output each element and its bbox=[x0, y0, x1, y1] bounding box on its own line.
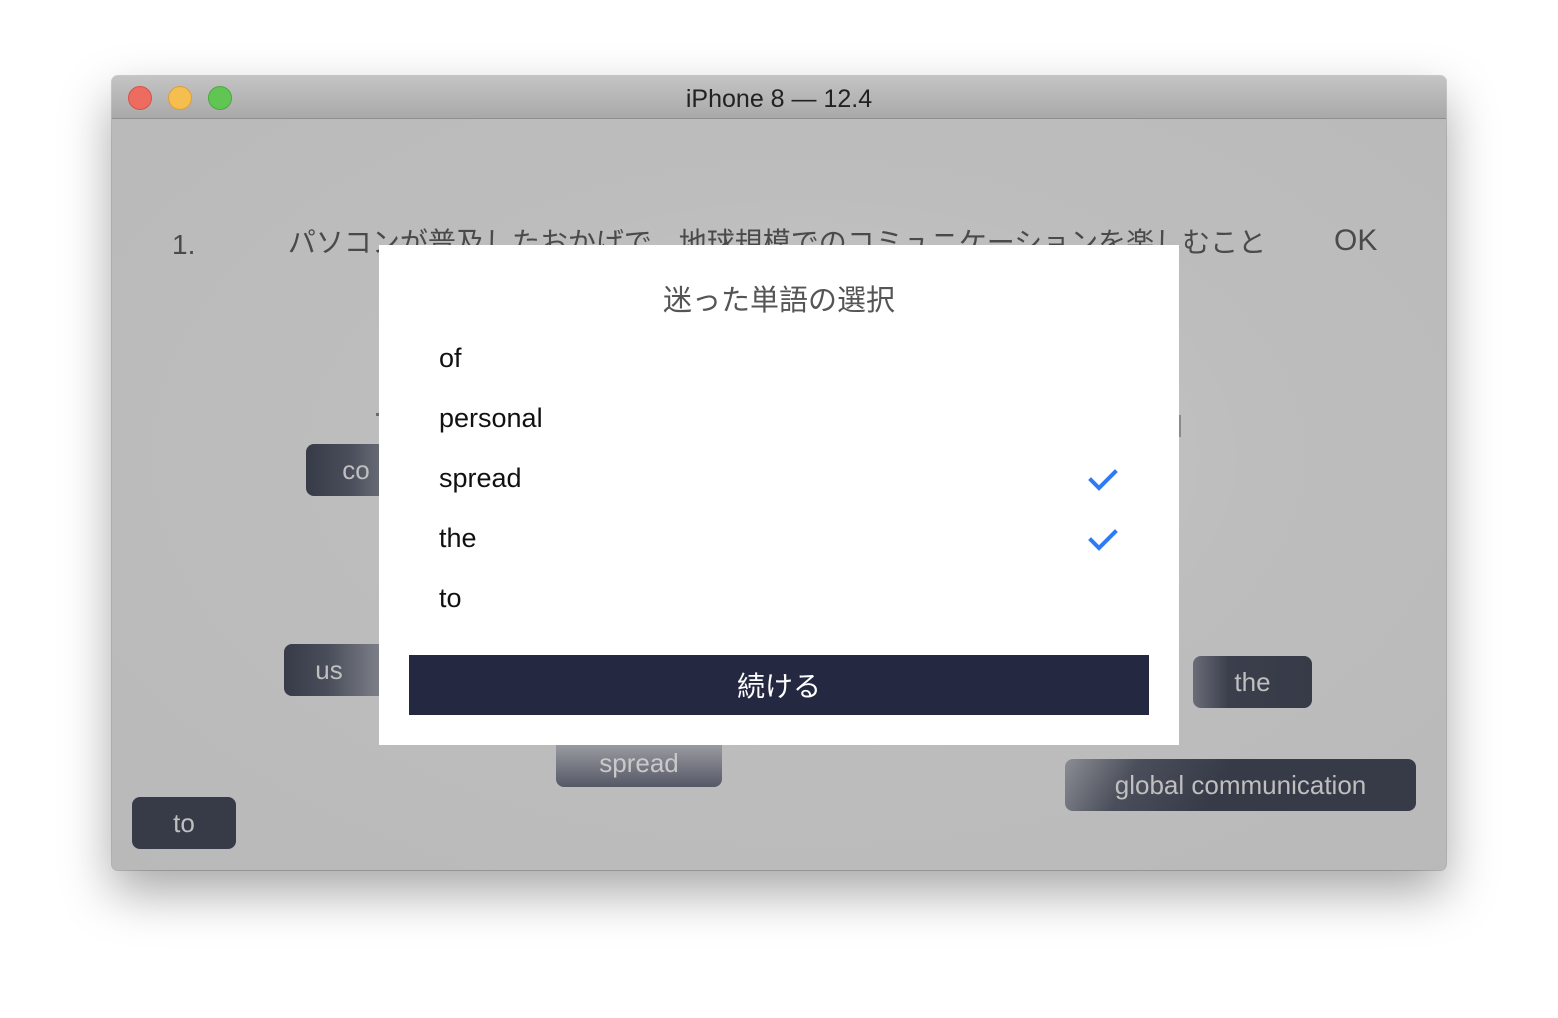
ok-button[interactable]: OK bbox=[1334, 224, 1377, 258]
word-chip-label: global communication bbox=[1114, 769, 1367, 800]
word-chip-label: the bbox=[1234, 666, 1271, 697]
word-option-label: of bbox=[439, 343, 462, 373]
word-option-label: personal bbox=[439, 403, 543, 433]
word-option-row[interactable]: of bbox=[379, 331, 1179, 391]
word-chip[interactable]: us bbox=[284, 644, 394, 696]
title-bar[interactable]: iPhone 8 — 12.4 bbox=[112, 76, 1446, 119]
question-number: 1. bbox=[172, 229, 196, 260]
word-chip[interactable]: the bbox=[1193, 656, 1312, 708]
word-chip-label: to bbox=[173, 807, 195, 838]
word-option-row[interactable]: the bbox=[379, 511, 1179, 571]
word-option-label: the bbox=[439, 523, 477, 553]
uncertain-words-dialog: 迷った単語の選択 of personal spread the to 続ける bbox=[379, 245, 1179, 745]
word-chip[interactable]: to bbox=[132, 797, 236, 849]
checkmark-icon bbox=[1088, 529, 1118, 551]
dialog-title: 迷った単語の選択 bbox=[662, 285, 895, 317]
word-chip-label: co bbox=[342, 454, 370, 485]
word-option-label: to bbox=[439, 583, 462, 613]
word-option-label: spread bbox=[439, 463, 522, 493]
word-option-row[interactable]: spread bbox=[379, 451, 1179, 511]
word-chip-label: us bbox=[315, 654, 343, 685]
word-chip-used: spread bbox=[556, 739, 722, 787]
checkmark-icon bbox=[1088, 469, 1118, 491]
continue-button[interactable]: 続ける bbox=[409, 655, 1149, 715]
word-option-row[interactable]: personal bbox=[379, 391, 1179, 451]
word-option-row[interactable]: to bbox=[379, 571, 1179, 631]
word-chip-label: spread bbox=[599, 747, 679, 778]
word-chip[interactable]: global communication bbox=[1065, 759, 1416, 811]
window-title: iPhone 8 — 12.4 bbox=[685, 85, 873, 113]
